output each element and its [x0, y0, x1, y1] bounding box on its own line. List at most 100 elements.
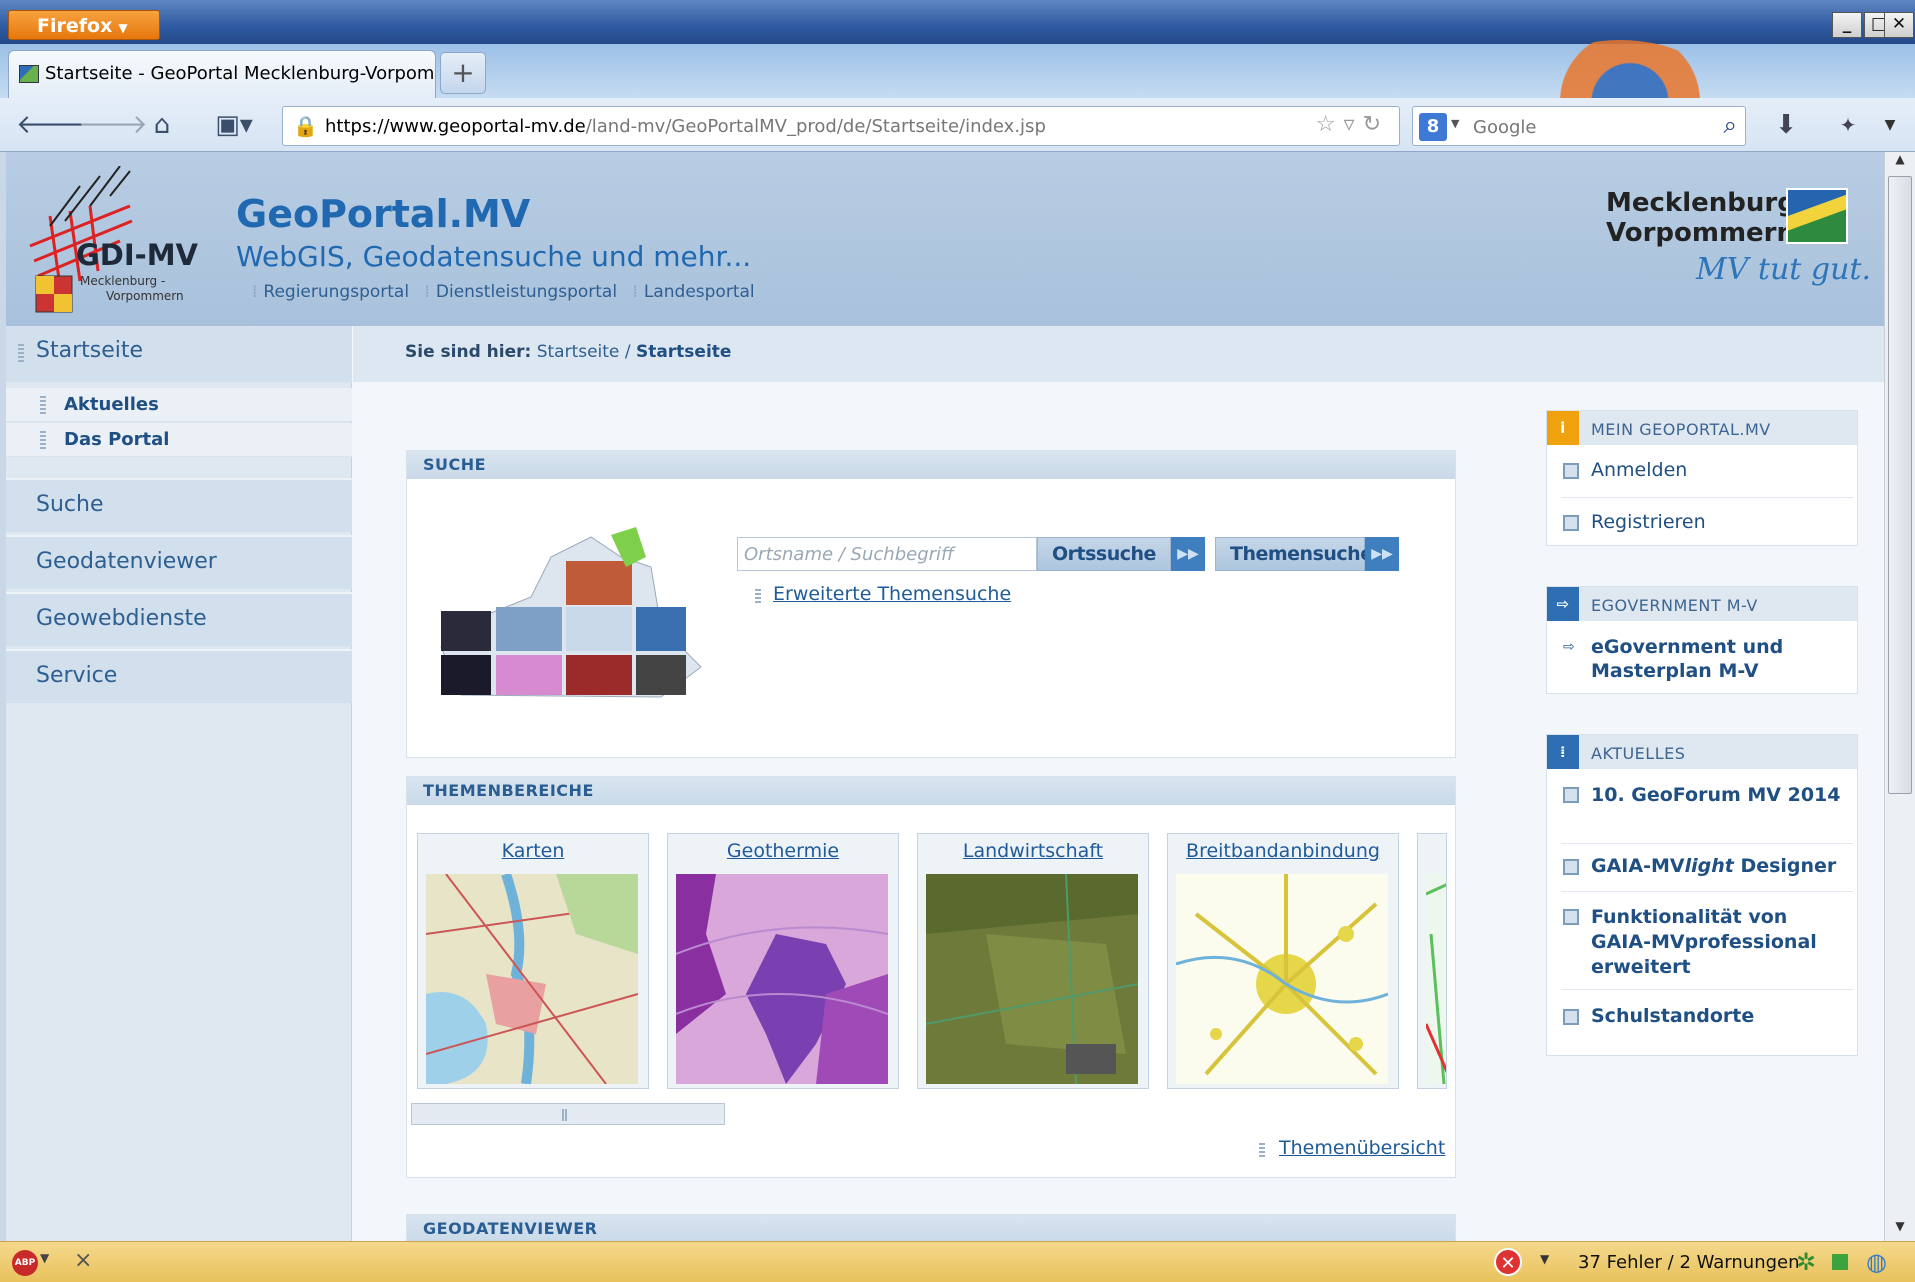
- ortsuche-arrow-icon[interactable]: ▶▶: [1171, 537, 1205, 571]
- site-header: GDI-MV Mecklenburg - Vorpommern GeoPorta…: [6, 152, 1884, 326]
- nav-item-geodatenviewer[interactable]: Geodatenviewer: [6, 535, 352, 589]
- reload-icon[interactable]: ↻: [1363, 112, 1389, 137]
- theme-card-landwirtschaft[interactable]: Landwirtschaft: [917, 833, 1149, 1089]
- firefox-menu-button[interactable]: Firefox ▼: [8, 10, 160, 40]
- news-item-schulstandorte[interactable]: Schulstandorte: [1591, 1005, 1849, 1027]
- close-icon[interactable]: ×: [74, 1248, 92, 1273]
- addon-icon[interactable]: ✦: [1826, 106, 1870, 144]
- bookmark-star-icon[interactable]: ☆: [1316, 112, 1344, 137]
- state-map-collage-image: [440, 527, 702, 698]
- portal-links: ⁞ Regierungsportal ⁞ Dienstleistungsportal…: [242, 282, 755, 302]
- forward-arrow-icon[interactable]: 🡒: [78, 106, 148, 144]
- theme-card-karten[interactable]: Karten: [417, 833, 649, 1089]
- home-icon[interactable]: ⌂: [140, 106, 184, 144]
- breadcrumb-link-startseite[interactable]: Startseite: [537, 342, 620, 362]
- theme-card-title[interactable]: Karten: [418, 840, 648, 862]
- news-gaia-prefix: GAIA-MV: [1591, 855, 1685, 877]
- error-count[interactable]: 37 Fehler / 2 Warnungen: [1578, 1252, 1800, 1273]
- link-bullet-icon: ⁞: [632, 282, 638, 302]
- search-input[interactable]: Ortsname / Suchbegriff: [737, 537, 1037, 571]
- download-icon[interactable]: ⬇: [1764, 106, 1808, 144]
- tab-startseite[interactable]: Startseite - GeoPortal Mecklenburg-Vorpo…: [8, 50, 436, 98]
- site-title[interactable]: GeoPortal.MV: [236, 192, 530, 236]
- themes-scrollbar[interactable]: [411, 1103, 725, 1125]
- theme-card-title[interactable]: Landwirtschaft: [918, 840, 1148, 862]
- theme-card-title[interactable]: Geothermie: [668, 840, 898, 862]
- adblock-icon[interactable]: ABP: [12, 1250, 38, 1276]
- error-icon[interactable]: ✕: [1494, 1248, 1522, 1276]
- scroll-down-icon[interactable]: ▼: [1888, 1219, 1912, 1241]
- web-page: GDI-MV Mecklenburg - Vorpommern GeoPorta…: [6, 152, 1884, 1241]
- chevron-down-icon[interactable]: ▼: [1540, 1252, 1549, 1266]
- state-logo-line2: Vorpommern: [1606, 218, 1796, 248]
- state-flag-icon: [1786, 188, 1848, 244]
- info-icon: i: [1547, 411, 1579, 445]
- ortsuche-button[interactable]: Ortssuche: [1037, 537, 1171, 571]
- arrow-box-icon: [1563, 515, 1579, 531]
- nav-item-geowebdienste[interactable]: Geowebdienste: [6, 592, 352, 646]
- url-text: https://www.geoportal-mv.de/land-mv/GeoP…: [325, 116, 1046, 137]
- minimize-button[interactable]: _: [1832, 12, 1862, 38]
- themensuche-arrow-icon[interactable]: ▶▶: [1365, 537, 1399, 571]
- scrollbar-thumb[interactable]: [1888, 176, 1912, 794]
- partial-map-thumbnail[interactable]: [1426, 874, 1447, 1084]
- news-item-gaia-professional[interactable]: Funktionalität von GAIA-MVprofessional e…: [1591, 905, 1849, 980]
- agriculture-aerial-thumbnail[interactable]: [926, 874, 1138, 1084]
- url-bar-icons[interactable]: ☆▿↻: [1316, 112, 1389, 137]
- link-landesportal[interactable]: Landesportal: [644, 282, 755, 302]
- menu-dropdown-icon[interactable]: ▼: [1872, 106, 1908, 144]
- theme-card-geothermie[interactable]: Geothermie: [667, 833, 899, 1089]
- themes-overview-link[interactable]: Themenübersicht: [1279, 1137, 1445, 1159]
- my-geoportal-title-text: MEIN GEOPORTAL.MV: [1591, 420, 1771, 439]
- nav-item-suche[interactable]: Suche: [6, 478, 352, 532]
- link-regierungsportal[interactable]: Regierungsportal: [263, 282, 409, 302]
- login-link[interactable]: Anmelden: [1591, 459, 1849, 481]
- bookmarks-menu-icon[interactable]: ▣▾: [204, 106, 264, 144]
- history-dropdown-icon[interactable]: ▿: [1344, 112, 1363, 137]
- globe-icon[interactable]: ◍: [1866, 1248, 1887, 1276]
- bug-icon[interactable]: ✲: [1796, 1248, 1816, 1276]
- nav-sub-das-portal[interactable]: Das Portal: [6, 423, 352, 457]
- theme-card-title[interactable]: Breitbandanbindung: [1168, 840, 1398, 862]
- navigation-toolbar: 🡐 🡒 ⌂ ▣▾ 🔒 https://www.geoportal-mv.de/l…: [0, 98, 1915, 152]
- tab-title: Startseite - GeoPortal Mecklenburg-Vorpo…: [45, 63, 436, 84]
- themensuche-button[interactable]: Themensuche: [1215, 537, 1373, 571]
- geothermal-map-thumbnail[interactable]: [676, 874, 888, 1084]
- extended-search-link[interactable]: Erweiterte Themensuche: [773, 583, 1011, 605]
- news-box: ⁞ AKTUELLES 10. GeoForum MV 2014 GAIA-MV…: [1546, 734, 1858, 1056]
- site-subtitle: WebGIS, Geodatensuche und mehr...: [236, 240, 752, 273]
- news-item-geoforum[interactable]: 10. GeoForum MV 2014: [1591, 783, 1849, 807]
- egovernment-link[interactable]: eGovernment und Masterplan M-V: [1591, 635, 1849, 683]
- search-box: SUCHE Ortsname / Suchbegriff Ortssuche ▶…: [406, 450, 1456, 758]
- chevron-down-icon[interactable]: ▼: [40, 1251, 49, 1265]
- nav-item-startseite[interactable]: Startseite: [6, 326, 352, 382]
- broadband-map-thumbnail[interactable]: [1176, 874, 1388, 1084]
- new-tab-button[interactable]: +: [440, 52, 486, 94]
- close-window-button[interactable]: ✕: [1884, 12, 1914, 38]
- news-title: ⁞ AKTUELLES: [1547, 735, 1857, 769]
- search-bar[interactable]: 8 ▼ Google ⌕: [1412, 106, 1746, 146]
- theme-card-partial[interactable]: [1417, 833, 1447, 1089]
- scroll-up-icon[interactable]: ▲: [1888, 152, 1912, 174]
- topographic-map-thumbnail[interactable]: [426, 874, 638, 1084]
- grip-icon: [18, 344, 24, 364]
- status-indicator-icon[interactable]: [1832, 1254, 1848, 1270]
- link-bullet-icon: ⁞: [252, 282, 258, 302]
- theme-card-breitbandanbindung[interactable]: Breitbandanbindung: [1167, 833, 1399, 1089]
- arrow-box-icon: [1563, 787, 1579, 803]
- nav-item-service[interactable]: Service: [6, 649, 352, 703]
- page-scrollbar[interactable]: ▲ ▼: [1884, 152, 1915, 1241]
- arrow-box-icon: [1563, 463, 1579, 479]
- news-item-gaia-designer[interactable]: GAIA-MVlight Designer: [1591, 855, 1849, 877]
- magnifier-icon[interactable]: ⌕: [1724, 111, 1737, 139]
- back-arrow-icon[interactable]: 🡐: [16, 106, 86, 144]
- search-engine-dropdown-icon[interactable]: ▼: [1451, 117, 1459, 130]
- search-engine-icon[interactable]: 8: [1419, 113, 1447, 141]
- news-gaia-suffix: Designer: [1733, 855, 1837, 877]
- nav-sub-aktuelles[interactable]: Aktuelles: [6, 388, 352, 422]
- nav-item-label: Startseite: [36, 338, 144, 363]
- link-dienstleistungsportal[interactable]: Dienstleistungsportal: [436, 282, 617, 302]
- register-link[interactable]: Registrieren: [1591, 511, 1849, 533]
- scrollbar-grip-icon[interactable]: [562, 1109, 568, 1121]
- url-bar[interactable]: 🔒 https://www.geoportal-mv.de/land-mv/Ge…: [282, 106, 1400, 146]
